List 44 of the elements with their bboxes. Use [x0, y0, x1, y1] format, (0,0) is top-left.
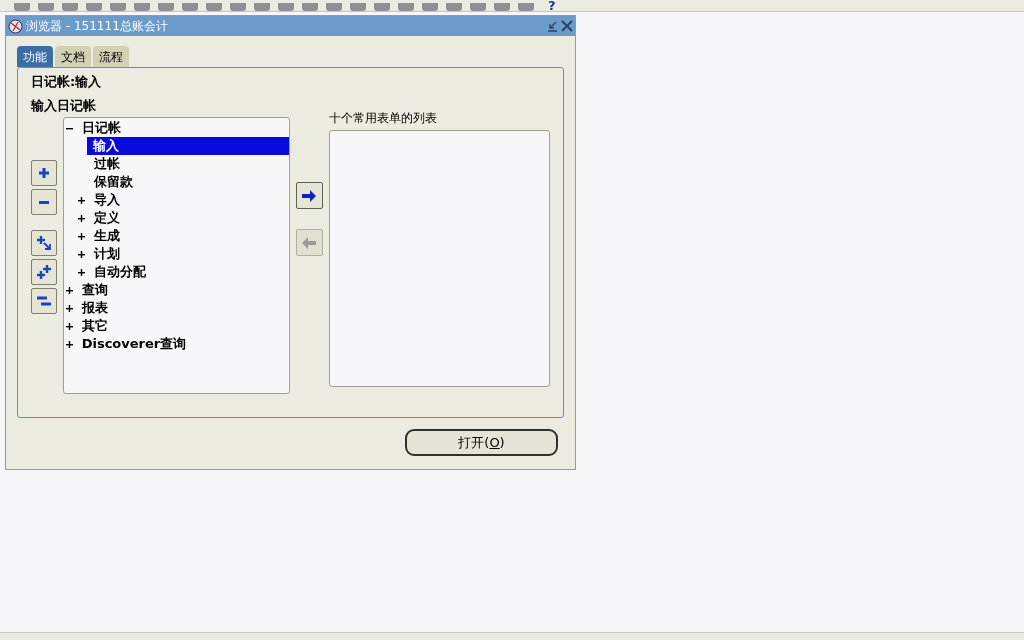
tree-item[interactable]: 过帐 — [87, 155, 126, 173]
tree-tool-button[interactable] — [31, 288, 57, 314]
tree-item[interactable]: 保留款 — [87, 173, 139, 191]
tree-item[interactable]: 定义 — [87, 209, 126, 227]
tree-item[interactable]: 生成 — [87, 227, 126, 245]
minus-icon — [39, 200, 49, 204]
expand-all-icon — [35, 263, 53, 281]
help-button[interactable]: ? — [548, 1, 556, 11]
left-arrow-icon — [301, 236, 318, 249]
tree-tool-button[interactable] — [31, 160, 57, 186]
tree-item[interactable]: 输入 — [87, 137, 289, 155]
list-label: 十个常用表单的列表 — [329, 111, 438, 125]
tab[interactable]: 流程 — [93, 46, 129, 67]
tree-tool-button[interactable] — [31, 189, 57, 215]
tree-tool-button[interactable] — [31, 230, 57, 256]
expand-icon[interactable] — [66, 340, 74, 348]
expand-icon[interactable] — [66, 304, 74, 312]
tree-item[interactable]: 报表 — [75, 299, 114, 317]
page-heading: 日记帐:输入 — [31, 74, 103, 90]
tree-item[interactable]: 导入 — [87, 191, 126, 209]
right-arrow-icon — [301, 189, 318, 202]
add-button[interactable] — [295, 182, 323, 209]
window-title: 浏览器 - 151111总账会计 — [26, 18, 168, 35]
close-icon[interactable] — [561, 20, 573, 32]
page-subheading: 输入日记帐 — [31, 98, 97, 114]
tree-item[interactable]: 查询 — [75, 281, 114, 299]
expand-icon[interactable] — [66, 286, 74, 294]
expand-icon[interactable] — [78, 268, 86, 276]
minimize-icon[interactable] — [547, 20, 558, 32]
tree-item[interactable]: 自动分配 — [87, 263, 152, 281]
expand-icon[interactable] — [78, 250, 86, 258]
expand-icon[interactable] — [78, 232, 86, 240]
expand-branch-icon — [35, 234, 53, 252]
open-button[interactable]: 打开(O) — [405, 429, 558, 456]
tree-tool-button[interactable] — [31, 259, 57, 285]
tree-item[interactable]: 日记帐 — [75, 119, 127, 137]
expand-icon[interactable] — [66, 322, 74, 330]
expand-icon[interactable] — [78, 196, 86, 204]
tree-item[interactable]: 其它 — [75, 317, 114, 335]
tree-item[interactable]: Discoverer查询 — [75, 335, 193, 353]
tab[interactable]: 功能 — [17, 46, 53, 67]
expand-icon[interactable] — [78, 214, 86, 222]
tree-item[interactable]: 计划 — [87, 245, 126, 263]
tab[interactable]: 文档 — [55, 46, 91, 67]
